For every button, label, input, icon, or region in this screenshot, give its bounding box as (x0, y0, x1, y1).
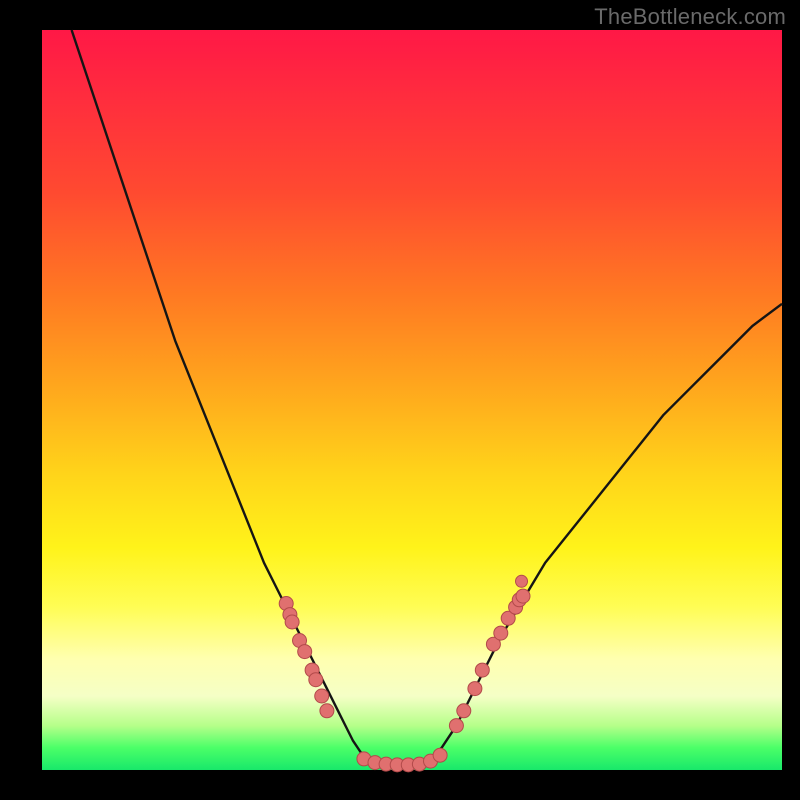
data-marker (298, 645, 312, 659)
data-marker (468, 682, 482, 696)
data-marker (433, 748, 447, 762)
curve-layer (72, 30, 782, 765)
data-marker (494, 626, 508, 640)
data-marker (285, 615, 299, 629)
outer-frame: TheBottleneck.com (0, 0, 800, 800)
data-marker (475, 663, 489, 677)
marker-layer (279, 575, 530, 772)
plot-area (42, 30, 782, 770)
watermark-text: TheBottleneck.com (594, 4, 786, 30)
data-marker (449, 719, 463, 733)
data-marker (315, 689, 329, 703)
data-marker (516, 589, 530, 603)
bottleneck-curve (72, 30, 782, 765)
data-marker (320, 704, 334, 718)
data-marker-outlier (516, 575, 528, 587)
chart-svg (42, 30, 782, 770)
data-marker (309, 673, 323, 687)
data-marker (457, 704, 471, 718)
